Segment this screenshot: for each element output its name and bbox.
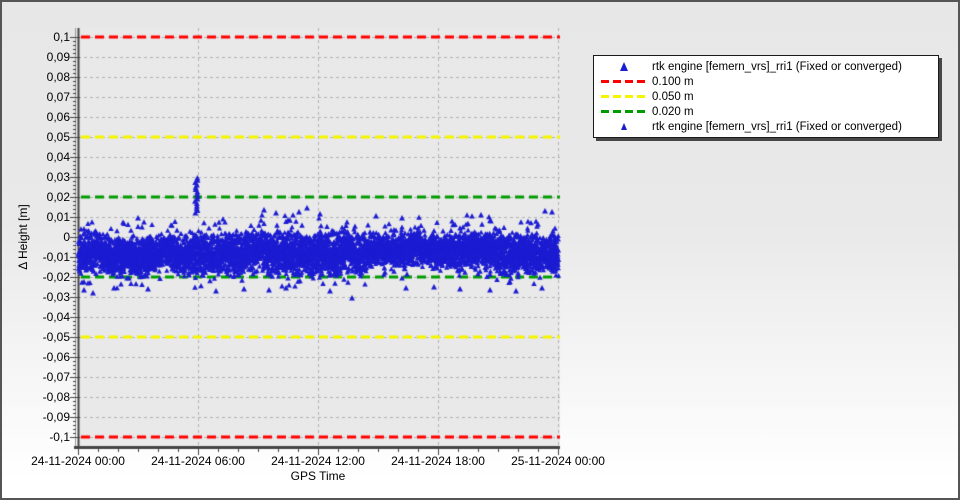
- dash-line-icon: [601, 110, 647, 113]
- legend-item: 0.050 m: [596, 89, 934, 104]
- x-tick-label: 24-11-2024 12:00: [248, 454, 388, 468]
- x-tick-label: 24-11-2024 00:00: [8, 454, 148, 468]
- legend: rtk engine [femern_vrs]_rri1 (Fixed or c…: [593, 55, 939, 138]
- triangle-marker-icon: [620, 62, 628, 71]
- x-axis-title: GPS Time: [258, 469, 378, 483]
- dash-line-icon: [601, 95, 647, 98]
- y-tick-label: 0,1: [2, 30, 70, 44]
- y-tick-label: 0,08: [2, 70, 70, 84]
- dash-line-icon: [596, 95, 652, 98]
- y-tick-label: 0,05: [2, 130, 70, 144]
- y-tick-label: -0,06: [2, 350, 70, 364]
- y-tick-label: 0,07: [2, 90, 70, 104]
- y-tick-label: 0,04: [2, 150, 70, 164]
- y-tick-label: 0,03: [2, 170, 70, 184]
- triangle-marker-icon: [621, 123, 627, 130]
- y-tick-label: -0,03: [2, 290, 70, 304]
- y-tick-label: 0,06: [2, 110, 70, 124]
- dash-line-icon: [601, 80, 647, 83]
- x-tick-label: 24-11-2024 06:00: [128, 454, 268, 468]
- y-tick-label: -0,02: [2, 270, 70, 284]
- legend-item-label: 0.100 m: [652, 76, 694, 88]
- legend-item-label: rtk engine [femern_vrs]_rri1 (Fixed or c…: [652, 61, 902, 73]
- y-tick-label: -0,01: [2, 250, 70, 264]
- y-tick-label: 0,09: [2, 50, 70, 64]
- y-tick-label: 0,02: [2, 190, 70, 204]
- legend-item: 0.100 m: [596, 74, 934, 89]
- dash-line-icon: [596, 110, 652, 113]
- y-tick-label: -0,09: [2, 410, 70, 424]
- x-tick-label: 25-11-2024 00:00: [488, 454, 628, 468]
- y-tick-label: -0,05: [2, 330, 70, 344]
- legend-item: rtk engine [femern_vrs]_rri1 (Fixed or c…: [596, 59, 934, 74]
- chart-window: Δ Height [m] GPS Time 0,10,090,080,070,0…: [2, 2, 958, 498]
- y-tick-label: 0: [2, 230, 70, 244]
- legend-item-label: 0.020 m: [652, 106, 694, 118]
- legend-item: 0.020 m: [596, 104, 934, 119]
- legend-item-label: 0.050 m: [652, 91, 694, 103]
- legend-item-label: rtk engine [femern_vrs]_rri1 (Fixed or c…: [652, 121, 902, 133]
- x-tick-label: 24-11-2024 18:00: [368, 454, 508, 468]
- triangle-marker-icon: [596, 62, 652, 71]
- triangle-marker-icon: [596, 123, 652, 130]
- y-tick-label: -0,04: [2, 310, 70, 324]
- y-tick-label: 0,01: [2, 210, 70, 224]
- dash-line-icon: [596, 80, 652, 83]
- y-tick-label: -0,08: [2, 390, 70, 404]
- y-tick-label: -0,07: [2, 370, 70, 384]
- legend-item: rtk engine [femern_vrs]_rri1 (Fixed or c…: [596, 119, 934, 134]
- y-tick-label: -0,1: [2, 430, 70, 444]
